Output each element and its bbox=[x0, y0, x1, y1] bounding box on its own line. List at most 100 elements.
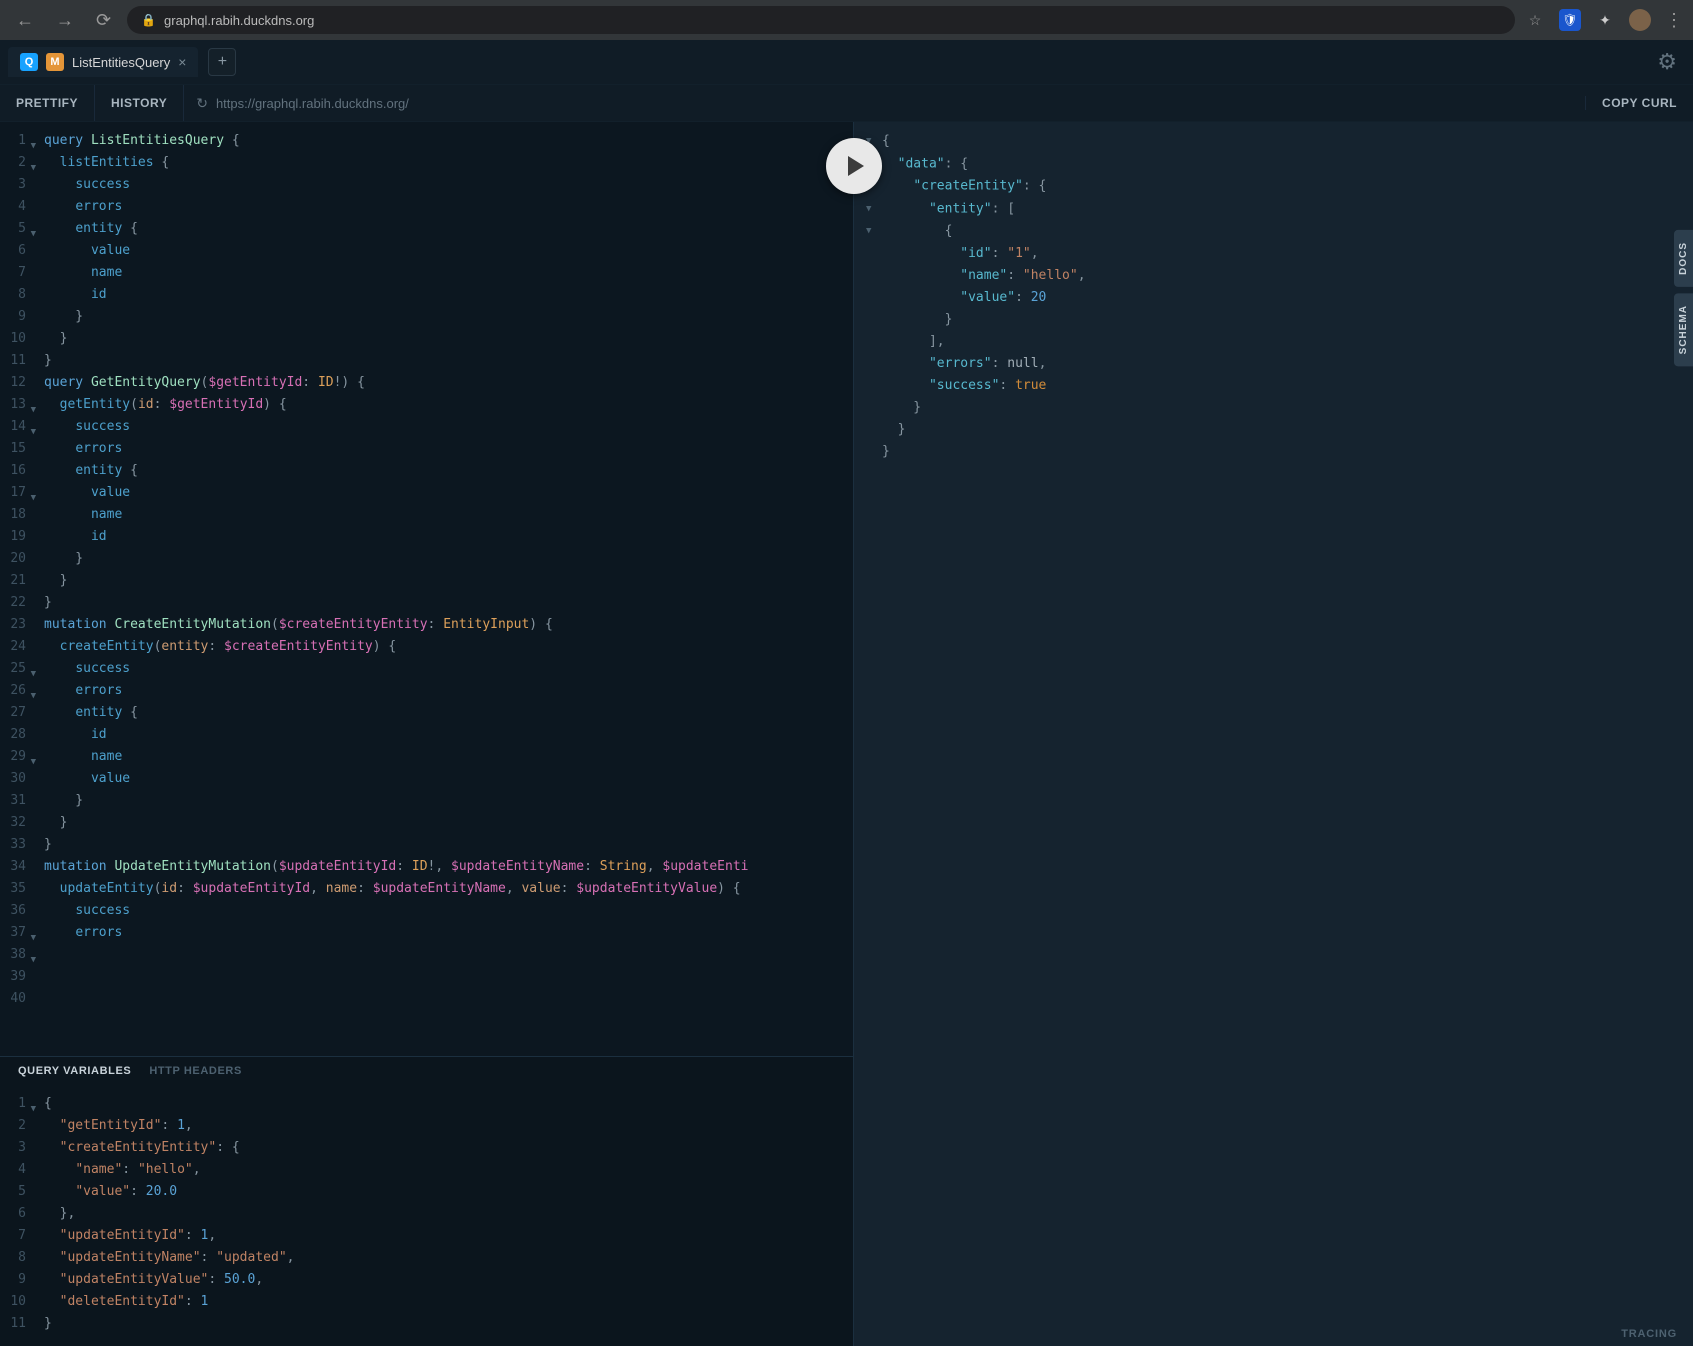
code-line[interactable]: name bbox=[44, 504, 853, 526]
query-badge-icon: Q bbox=[20, 53, 38, 71]
query-variables-tab[interactable]: QUERY VARIABLES bbox=[18, 1065, 131, 1077]
code-line[interactable]: id bbox=[44, 526, 853, 548]
code-line[interactable]: name bbox=[44, 262, 853, 284]
code-line[interactable]: "name": "hello", bbox=[44, 1159, 853, 1181]
code-line[interactable]: }, bbox=[44, 1203, 853, 1225]
mutation-badge-icon: M bbox=[46, 53, 64, 71]
code-line[interactable]: mutation CreateEntityMutation($createEnt… bbox=[44, 614, 853, 636]
code-line[interactable]: } bbox=[44, 812, 853, 834]
code-line[interactable]: name bbox=[44, 746, 853, 768]
star-icon[interactable]: ☆ bbox=[1525, 10, 1545, 30]
http-headers-tab[interactable]: HTTP HEADERS bbox=[149, 1065, 242, 1077]
new-tab-button[interactable]: + bbox=[208, 48, 236, 76]
code-line[interactable]: entity { bbox=[44, 460, 853, 482]
url-bar[interactable]: 🔒 graphql.rabih.duckdns.org bbox=[127, 6, 1515, 34]
endpoint-url: https://graphql.rabih.duckdns.org/ bbox=[216, 96, 409, 111]
action-toolbar: PRETTIFY HISTORY ↻ https://graphql.rabih… bbox=[0, 84, 1693, 122]
toolbar-right: ☆ 🛡 ✦ ⋮ bbox=[1525, 9, 1683, 31]
close-icon[interactable]: × bbox=[178, 54, 186, 70]
code-line[interactable]: mutation UpdateEntityMutation($updateEnt… bbox=[44, 856, 853, 878]
code-line[interactable]: query GetEntityQuery($getEntityId: ID!) … bbox=[44, 372, 853, 394]
history-button[interactable]: HISTORY bbox=[95, 85, 184, 121]
code-line[interactable]: entity { bbox=[44, 702, 853, 724]
code-line[interactable]: } bbox=[44, 306, 853, 328]
tabs-bar: Q M ListEntitiesQuery × + ⚙ bbox=[0, 40, 1693, 84]
code-line[interactable]: errors bbox=[44, 680, 853, 702]
code-line: ▼ "createEntity": { bbox=[866, 175, 1693, 198]
code-line[interactable]: "getEntityId": 1, bbox=[44, 1115, 853, 1137]
code-line[interactable]: "deleteEntityId": 1 bbox=[44, 1291, 853, 1313]
code-line[interactable]: success bbox=[44, 174, 853, 196]
code-line[interactable]: } bbox=[44, 328, 853, 350]
code-line[interactable]: errors bbox=[44, 196, 853, 218]
code-line[interactable]: success bbox=[44, 658, 853, 680]
code-line[interactable]: listEntities { bbox=[44, 152, 853, 174]
code-line: } bbox=[866, 441, 1693, 463]
code-line[interactable]: } bbox=[44, 548, 853, 570]
code-line[interactable]: "value": 20.0 bbox=[44, 1181, 853, 1203]
code-line: "success": true bbox=[866, 375, 1693, 397]
prettify-button[interactable]: PRETTIFY bbox=[0, 85, 95, 121]
code-line[interactable]: "updateEntityName": "updated", bbox=[44, 1247, 853, 1269]
code-line[interactable]: } bbox=[44, 350, 853, 372]
code-line: "name": "hello", bbox=[866, 265, 1693, 287]
extensions-icon[interactable]: ✦ bbox=[1595, 10, 1615, 30]
code-line[interactable]: errors bbox=[44, 438, 853, 460]
code-line: ▼{ bbox=[866, 130, 1693, 153]
variables-editor[interactable]: 1▼234567891011 { "getEntityId": 1, "crea… bbox=[0, 1085, 853, 1346]
back-icon[interactable]: ← bbox=[10, 6, 40, 35]
code-line[interactable]: getEntity(id: $getEntityId) { bbox=[44, 394, 853, 416]
code-line[interactable]: entity { bbox=[44, 218, 853, 240]
code-line[interactable]: id bbox=[44, 724, 853, 746]
editor-column: 1▼2▼345▼678910111213▼14▼151617▼181920212… bbox=[0, 122, 854, 1346]
code-line: } bbox=[866, 397, 1693, 419]
reload-icon[interactable]: ⟳ bbox=[90, 6, 117, 35]
code-line[interactable]: errors bbox=[44, 922, 853, 944]
code-line: "value": 20 bbox=[866, 287, 1693, 309]
code-line[interactable]: value bbox=[44, 482, 853, 504]
play-icon bbox=[848, 156, 864, 176]
code-line[interactable]: id bbox=[44, 284, 853, 306]
code-line: ▼ { bbox=[866, 220, 1693, 243]
schema-tab[interactable]: SCHEMA bbox=[1674, 293, 1693, 366]
code-line[interactable]: "updateEntityId": 1, bbox=[44, 1225, 853, 1247]
code-line[interactable]: createEntity(entity: $createEntityEntity… bbox=[44, 636, 853, 658]
code-line[interactable]: { bbox=[44, 1093, 853, 1115]
query-editor[interactable]: 1▼2▼345▼678910111213▼14▼151617▼181920212… bbox=[0, 122, 853, 1056]
lock-icon: 🔒 bbox=[141, 13, 156, 27]
response-viewer[interactable]: ▼{▼ "data": {▼ "createEntity": {▼ "entit… bbox=[854, 122, 1693, 1346]
execute-button[interactable] bbox=[826, 138, 882, 194]
code-line[interactable]: } bbox=[44, 834, 853, 856]
code-line[interactable]: "createEntityEntity": { bbox=[44, 1137, 853, 1159]
avatar[interactable] bbox=[1629, 9, 1651, 31]
app: Q M ListEntitiesQuery × + ⚙ PRETTIFY HIS… bbox=[0, 40, 1693, 1346]
code-line[interactable]: } bbox=[44, 592, 853, 614]
code-line[interactable]: value bbox=[44, 768, 853, 790]
vars-tabs: QUERY VARIABLES HTTP HEADERS bbox=[0, 1057, 853, 1085]
code-line[interactable]: updateEntity(id: $updateEntityId, name: … bbox=[44, 878, 853, 900]
code-line: } bbox=[866, 419, 1693, 441]
forward-icon[interactable]: → bbox=[50, 6, 80, 35]
docs-tab[interactable]: DOCS bbox=[1674, 230, 1693, 287]
code-line[interactable]: success bbox=[44, 416, 853, 438]
code-line[interactable]: "updateEntityValue": 50.0, bbox=[44, 1269, 853, 1291]
code-line[interactable]: } bbox=[44, 790, 853, 812]
copy-curl-button[interactable]: COPY CURL bbox=[1585, 96, 1693, 110]
code-line[interactable]: } bbox=[44, 1313, 853, 1335]
code-line[interactable]: query ListEntitiesQuery { bbox=[44, 130, 853, 152]
document-tab[interactable]: Q M ListEntitiesQuery × bbox=[8, 47, 198, 77]
code-line[interactable]: value bbox=[44, 240, 853, 262]
code-line: ▼ "data": { bbox=[866, 153, 1693, 176]
code-line[interactable]: } bbox=[44, 570, 853, 592]
endpoint-input[interactable]: ↻ https://graphql.rabih.duckdns.org/ bbox=[184, 95, 1585, 112]
chrome-menu-icon[interactable]: ⋮ bbox=[1665, 10, 1683, 31]
tracing-button[interactable]: TRACING bbox=[1621, 1328, 1677, 1340]
refresh-icon[interactable]: ↻ bbox=[196, 95, 208, 112]
code-line: "errors": null, bbox=[866, 353, 1693, 375]
browser-toolbar: ← → ⟳ 🔒 graphql.rabih.duckdns.org ☆ 🛡 ✦ … bbox=[0, 0, 1693, 40]
bitwarden-icon[interactable]: 🛡 bbox=[1559, 9, 1581, 31]
code-line[interactable]: success bbox=[44, 900, 853, 922]
code-line: } bbox=[866, 309, 1693, 331]
gear-icon[interactable]: ⚙ bbox=[1657, 49, 1677, 75]
variables-section: QUERY VARIABLES HTTP HEADERS 1▼234567891… bbox=[0, 1056, 853, 1346]
